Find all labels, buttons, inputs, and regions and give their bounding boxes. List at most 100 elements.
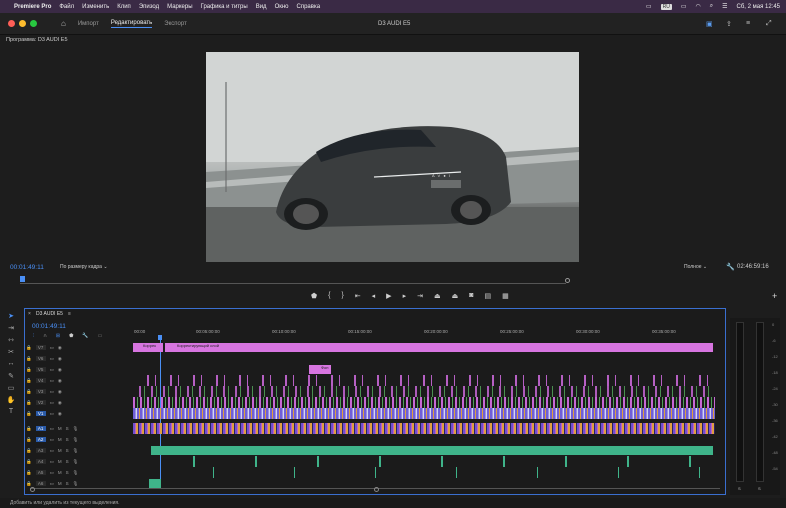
lane-a1[interactable] bbox=[133, 423, 715, 434]
zoom-window-button[interactable] bbox=[30, 20, 37, 27]
sequence-menu-icon[interactable]: ≡ bbox=[68, 311, 71, 317]
meter-channel-label[interactable]: S bbox=[738, 486, 741, 491]
fit-dropdown[interactable]: По размеру кадра ⌄ bbox=[60, 264, 108, 270]
close-window-button[interactable] bbox=[8, 20, 15, 27]
camera-icon[interactable]: ◙ bbox=[469, 292, 473, 300]
selection-tool-icon[interactable]: ➤ bbox=[0, 312, 22, 324]
lock-icon[interactable]: 🔒 bbox=[26, 389, 32, 395]
sequence-timecode[interactable]: 00:01:49:11 bbox=[32, 323, 66, 330]
quality-dropdown[interactable]: Полное ⌄ bbox=[684, 264, 707, 270]
keyboard-icon[interactable]: RU bbox=[660, 3, 672, 10]
track-name[interactable]: V3 bbox=[35, 389, 46, 394]
sync-icon[interactable]: ▭ bbox=[50, 345, 54, 351]
tab-export[interactable]: Экспорт bbox=[164, 21, 187, 27]
display-icon[interactable]: ▭ bbox=[646, 3, 652, 10]
track-name[interactable]: A5 bbox=[35, 470, 46, 475]
marker-icon[interactable]: ⬟ bbox=[311, 292, 317, 300]
sequence-tab[interactable]: D3 AUDI E5 bbox=[36, 311, 63, 317]
sync-icon[interactable]: ▭ bbox=[50, 367, 54, 373]
lane-v2[interactable] bbox=[133, 397, 715, 408]
lock-icon[interactable]: 🔒 bbox=[26, 459, 32, 465]
audio-clip[interactable] bbox=[151, 446, 713, 455]
track-name[interactable]: A1 bbox=[35, 426, 46, 431]
eye-icon[interactable]: ◉ bbox=[58, 411, 62, 417]
multicam-icon[interactable]: ▦ bbox=[502, 292, 509, 300]
lane-a5[interactable] bbox=[133, 467, 715, 478]
lane-v1[interactable] bbox=[133, 408, 715, 419]
mark-in-icon[interactable]: { bbox=[328, 292, 330, 300]
workspace-icon[interactable]: ▣ bbox=[706, 20, 713, 28]
sync-icon[interactable]: ▭ bbox=[50, 459, 54, 465]
menu-view[interactable]: Вид bbox=[256, 4, 267, 10]
close-icon[interactable]: × bbox=[28, 311, 31, 317]
track-name[interactable]: V7 bbox=[35, 345, 46, 350]
go-to-in-icon[interactable]: ⇤ bbox=[355, 292, 361, 300]
lane-a3[interactable] bbox=[133, 445, 715, 456]
track-name[interactable]: V5 bbox=[35, 367, 46, 372]
track-name[interactable]: A3 bbox=[35, 448, 46, 453]
add-button-icon[interactable]: + bbox=[772, 291, 777, 301]
eye-icon[interactable]: ◉ bbox=[58, 345, 62, 351]
track-name[interactable]: V6 bbox=[35, 356, 46, 361]
wrench-icon[interactable]: 🔧 bbox=[726, 263, 735, 271]
panel-menu-icon[interactable]: ≡ bbox=[746, 20, 750, 27]
mute-button[interactable]: M bbox=[58, 459, 62, 464]
compare-icon[interactable]: ▤ bbox=[484, 292, 491, 300]
menu-help[interactable]: Справка bbox=[297, 4, 321, 10]
sync-icon[interactable]: ▭ bbox=[50, 356, 54, 362]
lock-icon[interactable]: 🔒 bbox=[26, 411, 32, 417]
lock-icon[interactable]: 🔒 bbox=[26, 470, 32, 476]
lock-icon[interactable]: 🔒 bbox=[26, 481, 32, 487]
lane-v7[interactable]: Коррек Корректирующий слой bbox=[133, 342, 715, 353]
solo-button[interactable]: S bbox=[66, 437, 69, 442]
lock-icon[interactable]: 🔒 bbox=[26, 378, 32, 384]
lane-v5[interactable]: Фон bbox=[133, 364, 715, 375]
track-name[interactable]: A2 bbox=[35, 437, 46, 442]
eye-icon[interactable]: ◉ bbox=[58, 367, 62, 373]
mute-button[interactable]: M bbox=[58, 448, 62, 453]
solo-button[interactable]: S bbox=[66, 470, 69, 475]
nest-icon[interactable]: ⫶ bbox=[33, 333, 34, 339]
eye-icon[interactable]: ◉ bbox=[58, 378, 62, 384]
eye-icon[interactable]: ◉ bbox=[58, 389, 62, 395]
program-timecode[interactable]: 00:01:49:11 bbox=[10, 264, 44, 271]
clock[interactable]: Сб, 2 мая 12:45 bbox=[737, 4, 781, 10]
playhead-scrubber[interactable] bbox=[20, 276, 570, 284]
app-menu[interactable]: Premiere Pro bbox=[14, 4, 51, 10]
fullscreen-icon[interactable]: ⤢ bbox=[766, 20, 772, 28]
mic-icon[interactable]: 🎙 bbox=[73, 437, 79, 443]
extract-icon[interactable]: ⏏ bbox=[452, 292, 459, 300]
mic-icon[interactable]: 🎙 bbox=[73, 426, 79, 432]
sync-icon[interactable]: ▭ bbox=[50, 470, 54, 476]
add-marker-icon[interactable]: ⬟ bbox=[69, 333, 73, 339]
rectangle-tool-icon[interactable]: ▭ bbox=[0, 384, 22, 396]
mic-icon[interactable]: 🎙 bbox=[73, 481, 79, 487]
scroll-handle-left[interactable] bbox=[30, 487, 35, 492]
program-label[interactable]: Программа: D3 AUDI E5 bbox=[6, 37, 68, 43]
meter-channel-label[interactable]: S bbox=[758, 486, 761, 491]
menu-edit[interactable]: Изменить bbox=[82, 4, 109, 10]
track-name[interactable]: V2 bbox=[35, 400, 46, 405]
captions-icon[interactable]: ▭ bbox=[98, 333, 103, 339]
snap-icon[interactable]: ∩ bbox=[43, 333, 47, 339]
adjustment-layer-clip[interactable]: Коррек bbox=[133, 343, 163, 352]
lock-icon[interactable]: 🔒 bbox=[26, 367, 32, 373]
lock-icon[interactable]: 🔒 bbox=[26, 426, 32, 432]
wifi-icon[interactable]: ◠ bbox=[695, 3, 700, 10]
pen-tool-icon[interactable]: ✎ bbox=[0, 372, 22, 384]
lock-icon[interactable]: 🔒 bbox=[26, 437, 32, 443]
sync-icon[interactable]: ▭ bbox=[50, 400, 54, 406]
play-icon[interactable]: ▶ bbox=[386, 292, 391, 300]
tab-edit[interactable]: Редактировать bbox=[110, 20, 153, 28]
mute-button[interactable]: M bbox=[58, 470, 62, 475]
lane-v3[interactable] bbox=[133, 386, 715, 397]
video-frame[interactable]: A V ● I bbox=[206, 52, 579, 262]
solo-button[interactable]: S bbox=[66, 459, 69, 464]
lift-icon[interactable]: ⏏ bbox=[434, 292, 441, 300]
step-forward-icon[interactable]: ▸ bbox=[403, 292, 407, 300]
mark-out-icon[interactable]: } bbox=[341, 292, 343, 300]
track-name[interactable]: V4 bbox=[35, 378, 46, 383]
solo-button[interactable]: S bbox=[66, 426, 69, 431]
lock-icon[interactable]: 🔒 bbox=[26, 400, 32, 406]
menu-window[interactable]: Окно bbox=[275, 4, 289, 10]
